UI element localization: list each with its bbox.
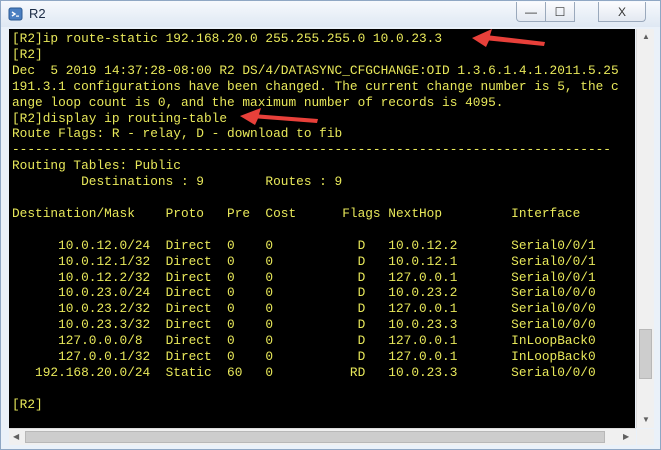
terminal-line: [R2]ip route-static 192.168.20.0 255.255… xyxy=(12,31,443,46)
terminal-line: Routing Tables: Public xyxy=(12,158,181,174)
terminal-line: 127.0.0.1/32 Direct 0 0 D 127.0.0.1 InLo… xyxy=(12,349,596,364)
terminal-line: 10.0.12.1/32 Direct 0 0 D 10.0.12.1 Seri… xyxy=(12,253,596,269)
resize-grip[interactable] xyxy=(637,429,654,445)
vertical-scroll-thumb[interactable] xyxy=(639,329,652,379)
terminal-line: Destination/Mask Proto Pre Cost Flags Ne… xyxy=(12,205,581,221)
terminal-line: [R2] xyxy=(12,46,43,62)
horizontal-scrollbar[interactable]: ◀ ▶ xyxy=(9,428,636,445)
minimize-button[interactable]: — xyxy=(516,2,546,22)
terminal-output[interactable]: [R2]ip route-static 192.168.20.0 255.255… xyxy=(9,29,635,428)
maximize-button[interactable]: ☐ xyxy=(545,2,575,22)
terminal-line: [R2] xyxy=(12,396,43,412)
terminal-line: 127.0.0.0/8 Direct 0 0 D 127.0.0.1 InLoo… xyxy=(12,333,596,349)
terminal-line: 10.0.12.2/32 Direct 0 0 D 127.0.0.1 Seri… xyxy=(12,269,596,285)
horizontal-scroll-thumb[interactable] xyxy=(25,431,605,443)
terminal-line: [R2]display ip routing-table xyxy=(12,110,228,126)
scroll-up-icon[interactable]: ▲ xyxy=(642,32,650,41)
title-bar[interactable]: R2 — ☐ X xyxy=(1,1,660,27)
terminal-line: 191.3.1 configurations have been changed… xyxy=(12,78,619,94)
terminal-line: 10.0.23.3/32 Direct 0 0 D 10.0.23.3 Seri… xyxy=(12,317,596,333)
scroll-down-icon[interactable]: ▼ xyxy=(642,415,650,424)
terminal-line: 10.0.23.2/32 Direct 0 0 D 127.0.0.1 Seri… xyxy=(12,301,596,317)
terminal-window: R2 — ☐ X [R2]ip route-static 192.168.20.… xyxy=(0,0,661,450)
vertical-scrollbar[interactable]: ▲ ▼ xyxy=(636,29,654,428)
terminal-line: ange loop count is 0, and the maximum nu… xyxy=(12,94,504,110)
terminal-line: 10.0.12.0/24 Direct 0 0 D 10.0.12.2 Seri… xyxy=(12,237,596,253)
terminal-line: Route Flags: R - relay, D - download to … xyxy=(12,126,343,142)
maximize-icon: ☐ xyxy=(554,4,566,19)
terminal-app-icon xyxy=(8,7,23,21)
scroll-right-icon[interactable]: ▶ xyxy=(623,432,629,441)
close-icon: X xyxy=(617,4,626,19)
terminal-line: Destinations : 9 Routes : 9 xyxy=(12,174,343,190)
terminal-line: 10.0.23.0/24 Direct 0 0 D 10.0.23.2 Seri… xyxy=(12,285,596,301)
window-title: R2 xyxy=(29,6,46,21)
close-button[interactable]: X xyxy=(598,2,646,22)
scroll-left-icon[interactable]: ◀ xyxy=(13,432,19,441)
terminal-line: 192.168.20.0/24 Static 60 0 RD 10.0.23.3… xyxy=(12,364,596,380)
terminal-line: ----------------------------------------… xyxy=(12,142,611,158)
minimize-icon: — xyxy=(525,4,537,19)
terminal-line: Dec 5 2019 14:37:28-08:00 R2 DS/4/DATASY… xyxy=(12,62,619,78)
